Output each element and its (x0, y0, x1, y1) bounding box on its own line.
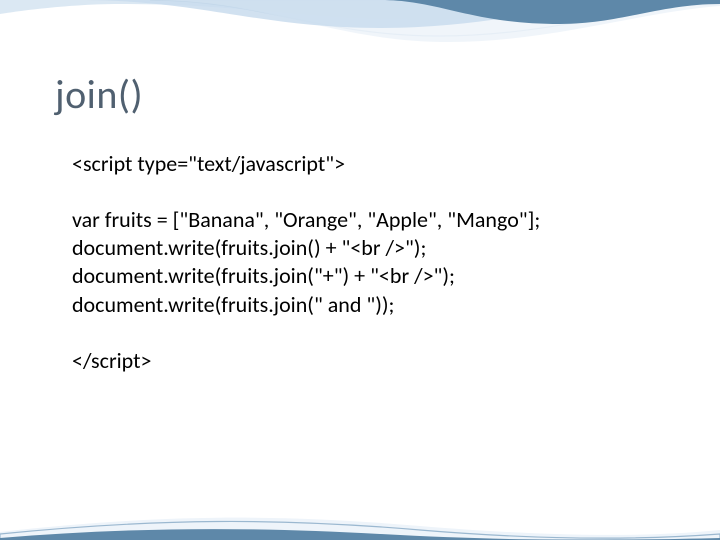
code-line: document.write(fruits.join("+") + "<br /… (72, 262, 662, 290)
code-line: <script type="text/javascript"> (72, 150, 662, 178)
decorative-top-curve (0, 0, 720, 54)
decorative-bottom-curve (0, 500, 720, 540)
slide-title: join() (55, 70, 143, 119)
code-line: document.write(fruits.join(" and ")); (72, 291, 662, 319)
code-line: document.write(fruits.join() + "<br />")… (72, 234, 662, 262)
code-line: var fruits = ["Banana", "Orange", "Apple… (72, 206, 662, 234)
slide: join() <script type="text/javascript"> v… (0, 0, 720, 540)
code-line: </script> (72, 347, 662, 375)
code-block: <script type="text/javascript"> var frui… (72, 150, 662, 375)
